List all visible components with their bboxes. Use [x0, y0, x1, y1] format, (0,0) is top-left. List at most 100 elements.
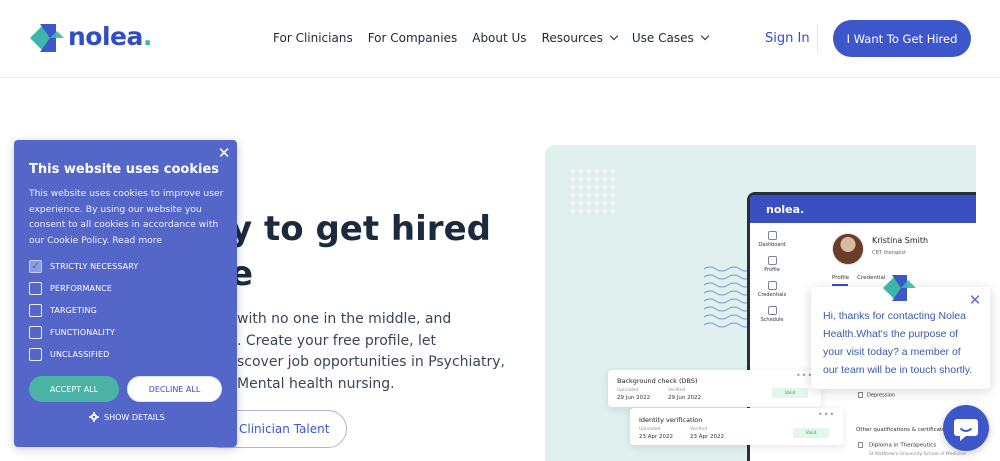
verified-label: Verified	[668, 388, 686, 393]
show-details-link[interactable]: SHOW DETAILS	[89, 412, 165, 422]
site-header: nolea. For Clinicians For Companies Abou…	[0, 0, 1000, 78]
profile-name: Kristina Smith	[872, 236, 929, 245]
tab-underline	[832, 284, 848, 286]
cookie-option-functionality[interactable]: FUNCTIONALITY	[29, 326, 115, 339]
header-divider	[817, 24, 818, 52]
chat-close-icon[interactable]: ✕	[968, 293, 982, 308]
identity-verification-card: Identity verification Uploaded Verified …	[630, 408, 843, 445]
sign-in-link[interactable]: Sign In	[765, 31, 810, 46]
gear-icon	[89, 412, 99, 422]
cookie-option-unclassified[interactable]: UNCLASSIFIED	[29, 348, 109, 361]
mockup-brand: nolea.	[766, 202, 805, 216]
hero-line: scover job opportunities in Psychiatry,	[237, 354, 505, 370]
id-card-icon	[767, 281, 777, 290]
hero-description: with no one in the middle, and . Create …	[237, 309, 507, 395]
nav-use-cases[interactable]: Use Cases	[631, 31, 709, 45]
cookie-option-label: PERFORMANCE	[50, 284, 112, 293]
home-icon	[767, 231, 777, 240]
qualification-item: Diploma in Therapeutics	[858, 442, 936, 449]
checkbox[interactable]	[29, 282, 42, 295]
cookie-option-strictly-necessary[interactable]: ✓ STRICTLY NECESSARY	[29, 260, 138, 273]
uploaded-label: Uploaded	[617, 388, 639, 393]
verified-label: Verified	[690, 427, 708, 432]
chevron-down-icon	[700, 31, 709, 41]
background-check-card: Background check (DBS) Uploaded Verified…	[608, 370, 821, 407]
cookie-option-targeting[interactable]: TARGETING	[29, 304, 97, 317]
nav-for-clinicians[interactable]: For Clinicians	[273, 31, 353, 45]
nav-label: For Companies	[367, 31, 458, 45]
verified-date: 23 Apr 2022	[690, 434, 725, 440]
checkbox[interactable]	[29, 348, 42, 361]
read-more-link[interactable]: Read more	[112, 235, 162, 246]
logo-text: nolea	[68, 22, 143, 51]
nav-resources[interactable]: Resources	[541, 31, 619, 45]
mockup-nav-credentials: Credentials	[750, 281, 794, 298]
hero-line: with no one in the middle, and	[237, 311, 452, 327]
nav-label: Use Cases	[631, 31, 694, 45]
accept-all-button[interactable]: ACCEPT ALL	[29, 376, 119, 402]
cookie-consent-banner: ✕ This website uses cookies This website…	[14, 140, 237, 447]
qualification-school: St Matthew's University School of Medici…	[869, 452, 966, 457]
mockup-nav-dashboard: Dashboard	[750, 231, 794, 248]
avatar	[832, 233, 864, 265]
chat-launcher-button[interactable]	[943, 405, 989, 451]
tab-profile: Profile	[832, 275, 850, 281]
tab-credential: Credential	[857, 275, 886, 281]
chat-message-line: your visit today? a member of	[823, 346, 961, 358]
verified-date: 29 Jun 2022	[668, 395, 702, 401]
checkbox[interactable]	[29, 304, 42, 317]
chat-message-line: Health.What's the purpose of	[823, 328, 959, 340]
qualifications-title: Other qualifications & certificates	[856, 427, 949, 433]
wave-lines-decoration	[704, 266, 752, 328]
get-hired-button[interactable]: I Want To Get Hired	[833, 20, 971, 57]
nav-label: About Us	[472, 31, 527, 45]
document-icon	[858, 392, 863, 398]
mockup-nav-profile: Profile	[750, 256, 794, 273]
cookie-option-performance[interactable]: PERFORMANCE	[29, 282, 112, 295]
nav-label: Resources	[541, 31, 603, 45]
decline-all-button[interactable]: DECLINE ALL	[127, 376, 222, 402]
calendar-icon	[767, 306, 777, 315]
card-title: Background check (DBS)	[617, 377, 698, 385]
nav-label: For Clinicians	[273, 31, 353, 45]
chevron-down-icon	[609, 31, 619, 41]
document-icon	[858, 442, 863, 448]
hero-line: Mental health nursing.	[237, 375, 395, 392]
uploaded-date: 23 Apr 2022	[639, 434, 674, 440]
checkbox-checked[interactable]: ✓	[29, 260, 42, 273]
uploaded-label: Uploaded	[639, 427, 661, 432]
condition-item: Depression	[858, 392, 895, 399]
nav-for-companies[interactable]: For Companies	[368, 31, 458, 45]
status-badge: Valid	[793, 428, 829, 438]
cookie-option-label: TARGETING	[50, 306, 97, 315]
cookie-title: This website uses cookies	[29, 162, 220, 177]
show-details-label: SHOW DETAILS	[104, 412, 165, 422]
close-icon[interactable]: ✕	[217, 146, 231, 161]
hero-title-line1: y to get hired	[230, 209, 491, 249]
cookie-option-label: UNCLASSIFIED	[50, 350, 110, 359]
nav-about-us[interactable]: About Us	[472, 31, 526, 45]
mockup-nav-schedule: Schedule	[750, 306, 794, 323]
more-icon: •••	[818, 410, 836, 419]
mockup-sidebar: Dashboard Profile Credentials Schedule	[750, 223, 794, 323]
chat-brand-logo-icon	[883, 275, 916, 301]
cookie-description: This website uses cookies to improve use…	[29, 186, 229, 248]
card-title: Identity verification	[639, 416, 703, 424]
checkbox[interactable]	[29, 326, 42, 339]
logo-dot: .	[142, 22, 153, 51]
uploaded-date: 29 Jun 2022	[617, 395, 651, 401]
chat-bubble-icon	[954, 419, 978, 441]
chat-message-line: our team will be in touch shortly.	[823, 364, 973, 376]
chat-message-line: Hi, thanks for contacting Nolea	[823, 310, 966, 322]
cookie-option-label: FUNCTIONALITY	[50, 328, 115, 337]
main-nav: For Clinicians For Companies About Us Re…	[273, 31, 723, 45]
user-icon	[767, 256, 777, 265]
nolea-logo-icon	[30, 24, 64, 52]
mockup-topbar: nolea.	[750, 195, 976, 223]
hero-line: . Create your free profile, let	[237, 332, 436, 349]
cookie-option-label: STRICTLY NECESSARY	[50, 262, 139, 271]
nolea-logo[interactable]: nolea.	[30, 21, 154, 55]
status-badge: Valid	[772, 388, 808, 398]
dot-pattern-decoration	[571, 169, 615, 213]
profile-role: CBT therapist	[872, 250, 907, 256]
